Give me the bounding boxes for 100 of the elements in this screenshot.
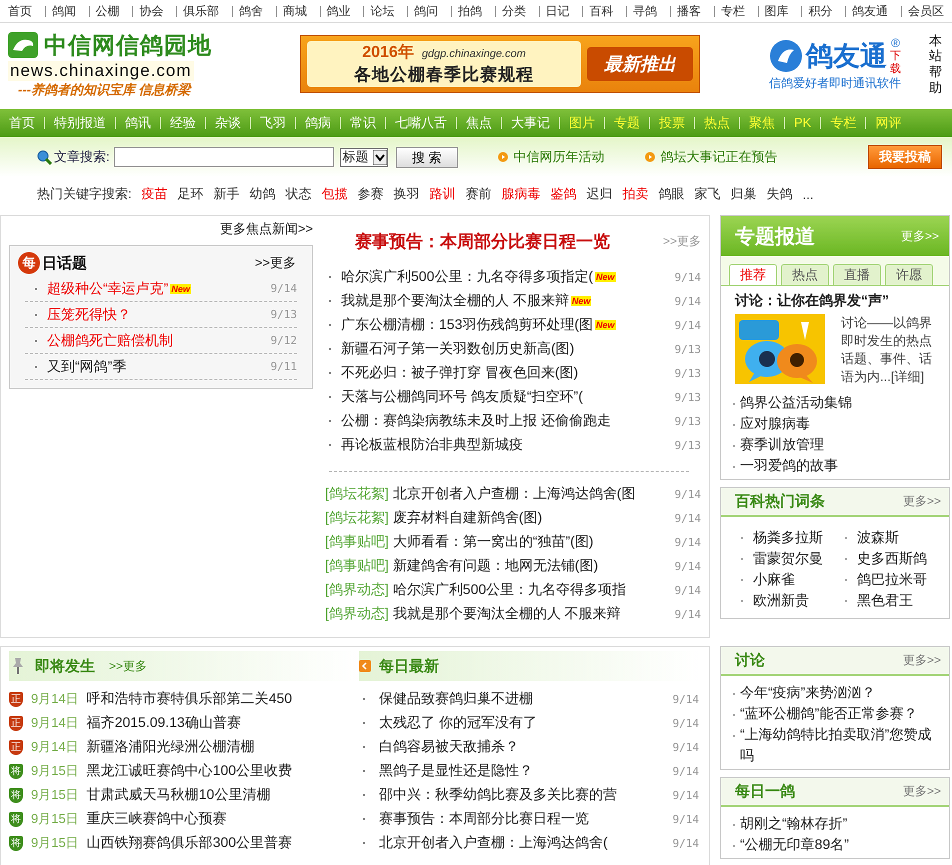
event-link[interactable]: 黑龙江诚旺赛鸽中心100公里收费 bbox=[86, 762, 292, 780]
news-link[interactable]: 我就是那个要淘汰全棚的人 不服来辩 bbox=[392, 605, 621, 623]
download-link[interactable]: 下载 bbox=[890, 50, 901, 75]
tab[interactable]: 许愿 bbox=[885, 264, 933, 285]
keyword-link[interactable]: 失鸽 bbox=[766, 185, 793, 203]
top-nav-link[interactable]: 拍鸽 bbox=[450, 6, 488, 16]
more-link[interactable]: 更多>> bbox=[902, 652, 941, 669]
discussion-link[interactable]: 今年“疫病”来势汹汹？ bbox=[740, 682, 876, 703]
wiki-entry-link[interactable]: 波森斯 bbox=[857, 529, 899, 547]
keyword-link[interactable]: 路训 bbox=[430, 185, 456, 203]
news-link[interactable]: 天落与公棚鸽同环号 鸽友质疑“扫空环”( bbox=[341, 388, 583, 406]
news-link[interactable]: 北京开创者入户查棚：上海鸿达鸽舍( bbox=[379, 834, 608, 852]
top-nav-link[interactable]: 俱乐部 bbox=[176, 6, 226, 16]
more-link[interactable]: 更多>> bbox=[902, 783, 941, 800]
more-focus-link[interactable]: 更多焦点新闻>> bbox=[220, 220, 313, 238]
discussion-link[interactable]: “上海幼鸽特比拍卖取消”您赞成吗 bbox=[740, 724, 945, 766]
top-nav-link[interactable]: 首页 bbox=[2, 6, 38, 16]
wiki-entry-link[interactable]: 欧洲新贵 bbox=[753, 592, 809, 610]
pigeon-link[interactable]: 胡刚之“翰林存折” bbox=[740, 813, 848, 834]
keyword-link[interactable]: 幼鸽 bbox=[250, 185, 276, 203]
keyword-link[interactable]: 疫苗 bbox=[142, 185, 168, 203]
app-name[interactable]: 鸽友通 bbox=[806, 38, 887, 74]
top-nav-link[interactable]: 会员区 bbox=[900, 6, 950, 16]
keyword-link[interactable]: 鸽眼 bbox=[658, 185, 685, 203]
top-nav-link[interactable]: 分类 bbox=[494, 6, 532, 16]
search-type-select[interactable]: 标题 bbox=[340, 148, 388, 166]
top-nav-link[interactable]: 鸽友通 bbox=[845, 6, 894, 16]
news-link[interactable]: 广东公棚清棚：153羽伤残鸽剪环处理(图 bbox=[341, 316, 594, 334]
keyword-link[interactable]: 家飞 bbox=[694, 185, 721, 203]
keyword-link[interactable]: 鉴鸽 bbox=[550, 185, 577, 203]
keyword-link[interactable]: 归巢 bbox=[730, 185, 757, 203]
top-nav-link[interactable]: 图库 bbox=[758, 6, 795, 16]
topic-link[interactable]: 超级种公“幸运卢克” bbox=[47, 280, 168, 298]
wiki-entry-link[interactable]: 史多西斯鸽 bbox=[857, 550, 927, 568]
news-link[interactable]: 新疆石河子第一关羽数创历史新高(图) bbox=[341, 340, 574, 358]
news-link[interactable]: 废弃材料自建新鸽舍(图) bbox=[392, 509, 542, 527]
news-link[interactable]: 邵中兴：秋季幼鸽比赛及多关比赛的营 bbox=[379, 786, 617, 804]
pigeon-link[interactable]: “公棚无印章89名” bbox=[740, 834, 849, 855]
keyword-link[interactable]: 换羽 bbox=[394, 185, 420, 203]
event-link[interactable]: 呼和浩特市赛特俱乐部第二关450 bbox=[86, 690, 292, 708]
top-nav-link[interactable]: 日记 bbox=[538, 6, 576, 16]
discussion-link[interactable]: “蓝环公棚鸽”能否正常参赛？ bbox=[740, 703, 918, 724]
keyword-link[interactable]: 迟归 bbox=[586, 185, 613, 203]
news-link[interactable]: 哈尔滨广利500公里：九名夺得多项指 bbox=[392, 581, 626, 599]
top-nav-link[interactable]: 商城 bbox=[276, 6, 313, 16]
keyword-link[interactable]: 参赛 bbox=[358, 185, 384, 203]
news-link[interactable]: 保健品致赛鸽归巢不进棚 bbox=[379, 690, 533, 708]
news-link[interactable]: 再论板蓝根防治非典型新城疫 bbox=[341, 436, 523, 454]
news-link[interactable]: 新建鸽舍有问题：地网无法铺(图) bbox=[392, 557, 598, 575]
tab[interactable]: 直播 bbox=[833, 264, 881, 285]
top-nav-link[interactable]: 协会 bbox=[132, 6, 170, 16]
top-nav-link[interactable]: 寻鸽 bbox=[626, 6, 664, 16]
topic-link[interactable]: 赛季训放管理 bbox=[740, 434, 824, 455]
keyword-link[interactable]: 状态 bbox=[286, 185, 312, 203]
wiki-entry-link[interactable]: 小麻雀 bbox=[753, 571, 795, 589]
feature-title[interactable]: 讨论：让你在鸽界发“声” bbox=[721, 286, 949, 314]
top-nav-link[interactable]: 论坛 bbox=[363, 6, 400, 16]
tab[interactable]: 热点 bbox=[781, 264, 829, 285]
news-link[interactable]: 黑鸽子是显性还是隐性？ bbox=[379, 762, 533, 780]
topic-link[interactable]: 鸽界公益活动集锦 bbox=[740, 392, 852, 413]
keyword-link[interactable]: 赛前 bbox=[466, 185, 492, 203]
wiki-entry-link[interactable]: 鸽巴拉米哥 bbox=[857, 571, 927, 589]
top-nav-link[interactable]: 专栏 bbox=[714, 6, 751, 16]
news-link[interactable]: 公棚：赛鸽染病教练未及时上报 还偷偷跑走 bbox=[341, 412, 611, 430]
banner-ad[interactable]: 2016年 gdgp.chinaxinge.com 各地公棚春季比赛规程 最新推出 bbox=[300, 35, 700, 93]
news-link[interactable]: 白鸽容易被天敌捕杀？ bbox=[379, 738, 519, 756]
activity-link[interactable]: 中信网历年活动 bbox=[498, 148, 605, 166]
news-link[interactable]: 我就是那个要淘汰全棚的人 不服来辩 bbox=[341, 292, 569, 310]
topic-link[interactable]: 一羽爱鸽的故事 bbox=[740, 455, 838, 476]
topic-link[interactable]: 应对腺病毒 bbox=[740, 413, 810, 434]
wiki-entry-link[interactable]: 黑色君王 bbox=[857, 592, 913, 610]
more-link[interactable]: >>更多 bbox=[254, 254, 296, 272]
top-nav-link[interactable]: 鸽舍 bbox=[232, 6, 269, 16]
more-link[interactable]: 更多>> bbox=[902, 493, 941, 510]
topic-link[interactable]: 公棚鸽死亡赔偿机制 bbox=[47, 332, 173, 350]
tab[interactable]: 推荐 bbox=[729, 264, 777, 285]
help-link[interactable]: 本站帮助 bbox=[929, 32, 942, 96]
event-link[interactable]: 山西铁翔赛鸽俱乐部300公里普赛 bbox=[86, 834, 292, 852]
more-link[interactable]: >>更多 bbox=[109, 658, 148, 674]
keyword-link[interactable]: 拍卖 bbox=[622, 185, 649, 203]
topic-link[interactable]: 压笼死得快？ bbox=[47, 306, 131, 324]
topic-link[interactable]: 又到“网鸽”季 bbox=[47, 358, 126, 376]
keyword-link[interactable]: 包揽 bbox=[322, 185, 348, 203]
top-nav-link[interactable]: 鸽业 bbox=[320, 6, 357, 16]
event-link[interactable]: 福齐2015.09.13确山普赛 bbox=[86, 714, 241, 732]
headline-title[interactable]: 赛事预告：本周部分比赛日程一览 bbox=[355, 230, 610, 253]
detail-link[interactable]: [详细] bbox=[890, 369, 924, 384]
search-button[interactable]: 搜 索 bbox=[396, 146, 458, 168]
wiki-entry-link[interactable]: 雷蒙贺尔曼 bbox=[753, 550, 823, 568]
top-nav-link[interactable]: 播客 bbox=[670, 6, 707, 16]
event-link[interactable]: 重庆三峡赛鸽中心预赛 bbox=[86, 810, 227, 828]
top-nav-link[interactable]: 积分 bbox=[801, 6, 838, 16]
news-link[interactable]: 北京开创者入户查棚：上海鸿达鸽舍(图 bbox=[392, 485, 636, 503]
top-nav-link[interactable]: 鸽问 bbox=[407, 6, 444, 16]
news-link[interactable]: 太残忍了 你的冠军没有了 bbox=[379, 714, 537, 732]
top-nav-link[interactable]: 鸽闻 bbox=[44, 6, 82, 16]
activity-link[interactable]: 鸽坛大事记正在预告 bbox=[644, 148, 778, 166]
news-link[interactable]: 不死必归：被子弹打穿 冒夜色回来(图) bbox=[341, 364, 578, 382]
news-link[interactable]: 大师看看：第一窝出的“独苗”(图) bbox=[392, 533, 594, 551]
keyword-link[interactable]: 腺病毒 bbox=[502, 185, 541, 203]
